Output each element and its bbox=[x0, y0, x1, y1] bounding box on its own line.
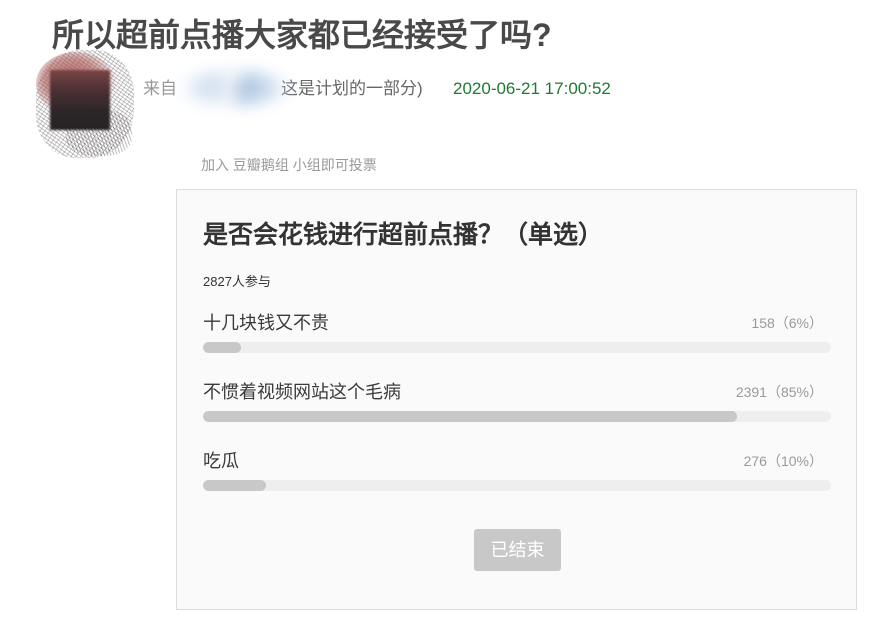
poll-option-bar-fill bbox=[203, 411, 737, 422]
poll-option-bar bbox=[203, 342, 831, 353]
poll-option-bar-fill bbox=[203, 342, 241, 353]
author-name-suffix: 这是计划的一部分) bbox=[281, 79, 423, 98]
poll-options: 十几块钱又不贵 158（6%） 不惯着视频网站这个毛病 2391（85%） 吃瓜… bbox=[203, 311, 831, 518]
poll-option-bar bbox=[203, 480, 831, 491]
poll-option-label: 十几块钱又不贵 bbox=[203, 313, 329, 333]
poll-option-count: 276（10%） bbox=[743, 453, 823, 469]
post-time: 2020-06-21 17:00:52 bbox=[453, 79, 611, 98]
avatar[interactable] bbox=[36, 50, 134, 158]
poll-option-label: 不惯着视频网站这个毛病 bbox=[203, 382, 401, 402]
poll-option: 十几块钱又不贵 158（6%） bbox=[203, 311, 831, 353]
poll-option: 吃瓜 276（10%） bbox=[203, 449, 831, 491]
poll-box: 是否会花钱进行超前点播？（单选） 2827人参与 十几块钱又不贵 158（6%）… bbox=[176, 189, 857, 610]
vote-join-hint: 加入 豆瓣鹅组 小组即可投票 bbox=[201, 157, 377, 173]
poll-option-label: 吃瓜 bbox=[203, 451, 239, 471]
poll-option-bar bbox=[203, 411, 831, 422]
poll-participant-count: 2827人参与 bbox=[203, 274, 271, 289]
poll-option-count: 2391（85%） bbox=[735, 384, 823, 400]
poll-option: 不惯着视频网站这个毛病 2391（85%） bbox=[203, 380, 831, 422]
avatar-scribble-lower bbox=[66, 110, 132, 156]
poll-question: 是否会花钱进行超前点播？（单选） bbox=[203, 221, 604, 249]
poll-ended-button[interactable]: 已结束 bbox=[474, 529, 561, 571]
poll-option-count: 158（6%） bbox=[751, 315, 823, 331]
poll-option-bar-fill bbox=[203, 480, 266, 491]
author-name-blurred[interactable] bbox=[172, 58, 300, 118]
